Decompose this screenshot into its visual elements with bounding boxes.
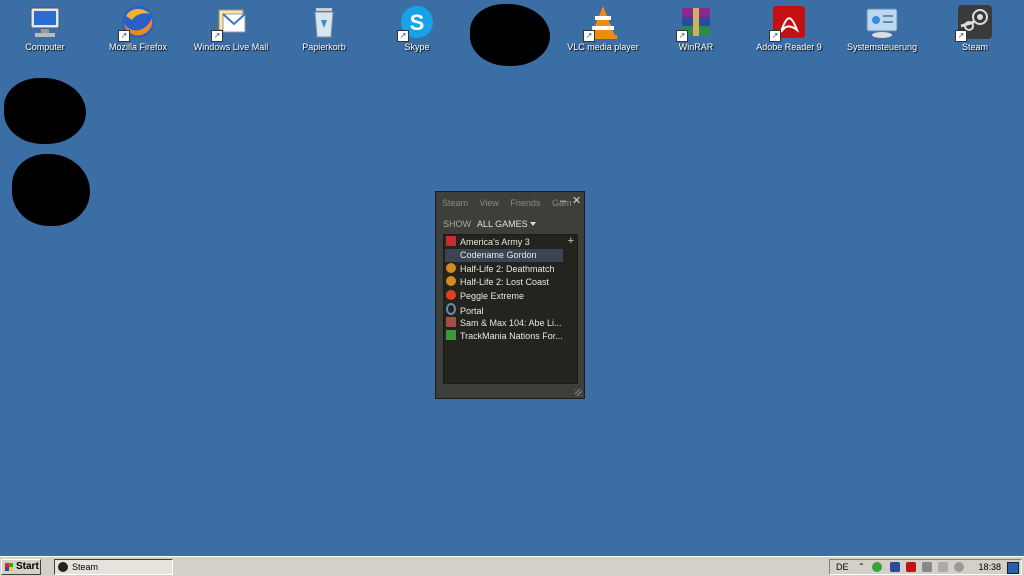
portal-icon [446,303,456,315]
desktop-icon-label: WinRAR [678,42,714,52]
add-game-button[interactable]: + [568,235,574,247]
minimize-button[interactable]: – [560,196,566,207]
close-button[interactable]: ✕ [572,196,581,207]
shortcut-arrow-icon: ↗ [769,30,781,42]
steam-window: Steam View Friends Gam – ✕ SHOW ALL GAMES… [435,191,585,399]
control-panel-icon [864,4,900,40]
expand-tray-icon[interactable]: ⌃ [858,562,868,572]
device-icon[interactable] [922,562,932,572]
desktop-icon-skype[interactable]: S ↗ Skype [372,4,462,52]
game-name: TrackMania Nations For... [460,331,563,341]
start-button[interactable]: Start [1,559,41,575]
system-tray: DE ⌃ 18:38 [829,559,1022,575]
show-label: SHOW [443,219,471,229]
volume-icon[interactable] [954,562,964,572]
language-indicator[interactable]: DE [836,560,849,574]
filter-dropdown-label: ALL GAMES [477,219,528,229]
game-item-peggle-extreme[interactable]: Peggle Extreme [445,290,563,303]
show-filter-row: SHOW ALL GAMES [443,219,536,229]
sam-max-icon [446,317,456,327]
desktop-icon-label: Systemsteuerung [846,42,918,52]
desktop-icon-winrar[interactable]: ↗ WinRAR [651,4,741,52]
shortcut-arrow-icon: ↗ [955,30,967,42]
shortcut-arrow-icon: ↗ [211,30,223,42]
games-list[interactable]: + America's Army 3 Codename Gordon Half-… [443,234,578,384]
redacted-icon [4,78,86,144]
svg-text:S: S [410,10,425,35]
desktop-icons: Computer ↗ Mozilla Firefox ↗ Windows Liv… [0,4,1024,66]
half-life-icon [446,263,456,273]
desktop-icon-computer[interactable]: Computer [0,4,90,52]
game-item-codename-gordon[interactable]: Codename Gordon [445,249,563,262]
skype-icon: S ↗ [397,4,435,42]
blank-game-icon [446,249,456,259]
game-item-half-life-2-deathmatch[interactable]: Half-Life 2: Deathmatch [445,263,563,276]
game-item-americas-army-3[interactable]: America's Army 3 [445,236,563,249]
redacted-icon [12,154,90,226]
firefox-icon: ↗ [118,4,156,42]
menu-steam[interactable]: Steam [442,198,468,208]
windows-logo-icon [5,563,13,571]
desktop-icon-recycle-bin[interactable]: Papierkorb [279,4,369,52]
shortcut-arrow-icon: ↗ [397,30,409,42]
shortcut-arrow-icon: ↗ [118,30,130,42]
desktop-icon-vlc[interactable]: ↗ VLC media player [558,4,648,52]
game-name: Codename Gordon [460,250,537,260]
steam-icon [58,562,68,572]
desktop-icon-adobe-reader[interactable]: ↗ Adobe Reader 9 [744,4,834,52]
game-item-portal[interactable]: Portal [445,303,563,316]
security-icon[interactable] [872,562,882,572]
signal-icon[interactable] [938,562,948,572]
desktop-icon-firefox[interactable]: ↗ Mozilla Firefox [93,4,183,52]
desktop-icon-label: VLC media player [567,42,639,52]
half-life-icon [446,276,456,286]
resize-grip-icon[interactable] [575,389,582,396]
recycle-bin-icon [306,4,342,40]
desktop-icon-label: Papierkorb [302,42,346,52]
game-name: Peggle Extreme [460,291,525,301]
desktop-icon-control-panel[interactable]: Systemsteuerung [837,4,927,52]
game-item-half-life-2-lost-coast[interactable]: Half-Life 2: Lost Coast [445,276,563,289]
peggle-icon [446,290,456,300]
taskbar: Start Steam DE ⌃ 18:38 [0,556,1024,576]
game-item-trackmania-nations[interactable]: TrackMania Nations For... [445,330,563,343]
desktop-icon-label: Skype [404,42,430,52]
adobe-tray-icon[interactable] [906,562,916,572]
trackmania-icon [446,330,456,340]
game-item-sam-max-104[interactable]: Sam & Max 104: Abe Li... [445,317,563,330]
desktop-icon-label: Adobe Reader 9 [756,42,822,52]
game-name: Half-Life 2: Deathmatch [460,264,555,274]
show-desktop-icon[interactable] [1007,562,1019,574]
clock[interactable]: 18:38 [978,560,1001,574]
desktop-icon-steam[interactable]: ↗ Steam [930,4,1020,52]
menu-view[interactable]: View [480,198,499,208]
live-mail-icon: ↗ [211,4,249,42]
start-label: Start [16,561,39,572]
game-name: Portal [460,306,484,316]
steam-icon: ↗ [955,4,993,42]
chevron-down-icon [529,222,536,226]
game-name: Half-Life 2: Lost Coast [460,277,550,287]
desktop-icon-live-mail[interactable]: ↗ Windows Live Mail [186,4,276,52]
redacted-icon [470,4,550,66]
desktop: Computer ↗ Mozilla Firefox ↗ Windows Liv… [0,0,1024,556]
filter-dropdown[interactable]: ALL GAMES [477,219,536,229]
taskbar-button-steam[interactable]: Steam [54,559,173,575]
shortcut-arrow-icon: ↗ [676,30,688,42]
taskbar-button-label: Steam [72,562,99,572]
shortcut-arrow-icon: ↗ [583,30,595,42]
game-name: Sam & Max 104: Abe Li... [460,318,562,328]
adobe-reader-icon: ↗ [769,4,807,42]
desktop-icon-label: Mozilla Firefox [108,42,167,52]
computer-icon [27,4,63,40]
desktop-icon-label: Windows Live Mail [193,42,269,52]
menu-friends[interactable]: Friends [510,198,540,208]
game-name: America's Army 3 [460,237,530,247]
desktop-icon-label: Steam [961,42,988,52]
vlc-icon: ↗ [583,4,621,42]
network-adapter-icon[interactable] [890,562,900,572]
winrar-icon: ↗ [676,4,714,42]
americas-army-icon [446,236,456,246]
desktop-icon-label: Computer [25,42,65,52]
